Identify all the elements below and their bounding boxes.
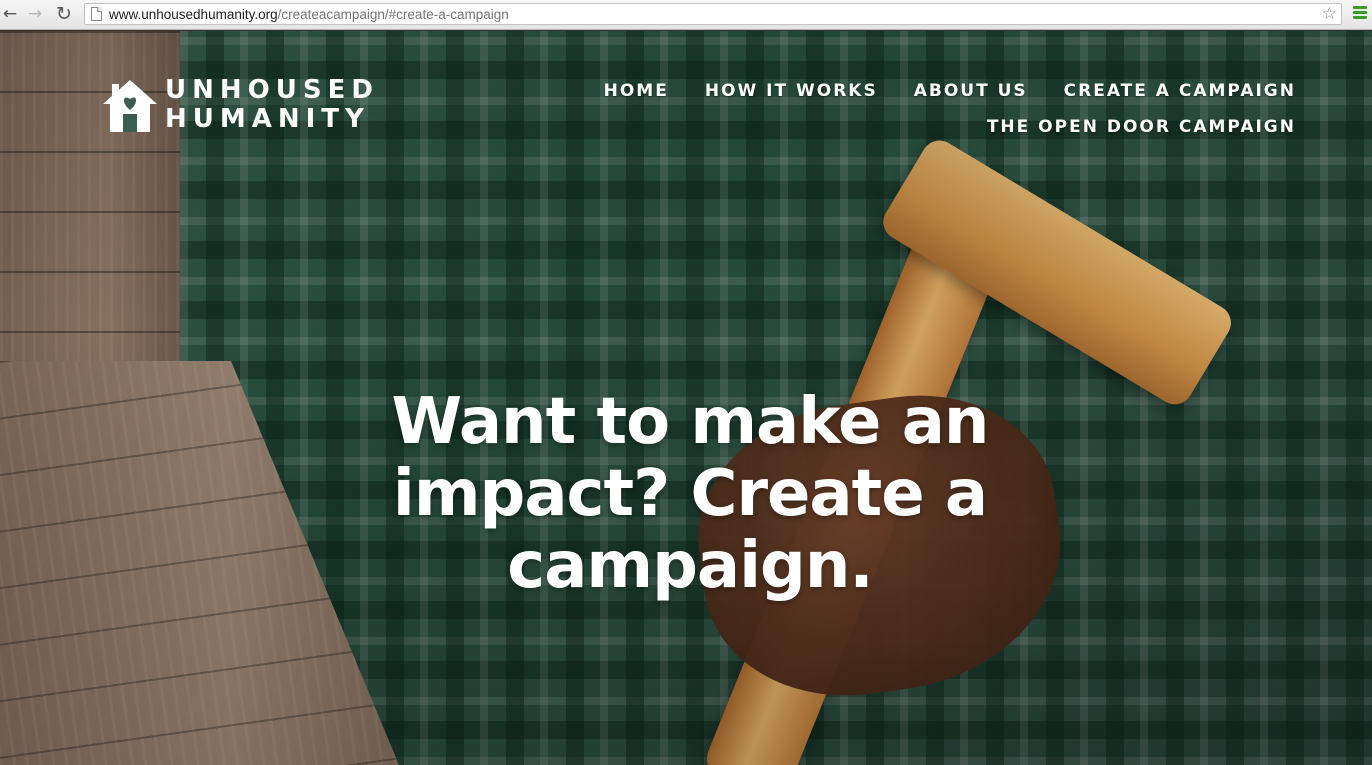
nav-home-link[interactable]: HOME: [604, 79, 669, 115]
nav-row-1: HOME HOW IT WORKS ABOUT US CREATE A CAMP…: [596, 79, 1296, 115]
site-logo[interactable]: UNHOUSED HUMANITY: [101, 76, 373, 138]
browser-toolbar: ← → ↻ www.unhousedhumanity.org/createaca…: [0, 0, 1372, 30]
hero-headline: Want to make an impact? Create a campaig…: [391, 385, 990, 603]
logo-line-1: UNHOUSED: [165, 75, 379, 105]
logo-line-2: HUMANITY: [165, 104, 370, 134]
url-host: www.unhousedhumanity.org: [109, 7, 278, 22]
hero-banner: UNHOUSED HUMANITY HOME HOW IT WORKS ABOU…: [0, 31, 1372, 765]
url-text[interactable]: www.unhousedhumanity.org/createacampaign…: [109, 6, 509, 23]
house-heart-icon: [103, 80, 157, 132]
nav-create-a-campaign-link[interactable]: CREATE A CAMPAIGN: [1064, 79, 1296, 115]
forward-arrow-icon[interactable]: →: [25, 3, 45, 25]
reload-icon[interactable]: ↻: [54, 3, 74, 25]
browser-menu-icon[interactable]: [1353, 6, 1367, 21]
page-icon: [91, 7, 102, 21]
address-bar[interactable]: www.unhousedhumanity.org/createacampaign…: [84, 3, 1342, 25]
nav-how-it-works-link[interactable]: HOW IT WORKS: [705, 79, 878, 115]
url-path: /createacampaign/#create-a-campaign: [277, 7, 509, 22]
bookmark-star-icon[interactable]: ☆: [1322, 4, 1337, 24]
nav-row-2: THE OPEN DOOR CAMPAIGN: [596, 115, 1296, 151]
nav-about-us-link[interactable]: ABOUT US: [914, 79, 1028, 115]
nav-open-door-campaign-link[interactable]: THE OPEN DOOR CAMPAIGN: [987, 115, 1296, 151]
back-arrow-icon[interactable]: ←: [0, 3, 20, 25]
main-nav: HOME HOW IT WORKS ABOUT US CREATE A CAMP…: [596, 79, 1296, 151]
logo-wordmark: UNHOUSED HUMANITY: [165, 76, 379, 134]
